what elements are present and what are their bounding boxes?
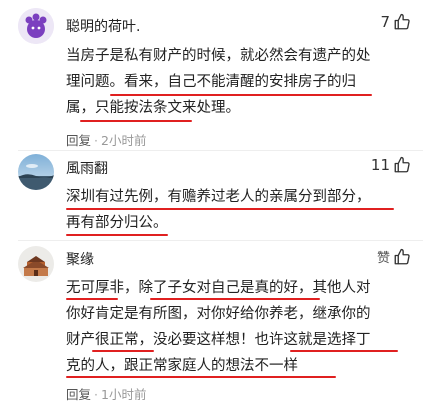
like-count: 7: [380, 13, 390, 31]
divider: [18, 240, 423, 241]
divider: [18, 150, 423, 151]
underline-mark: [92, 350, 154, 352]
like-label: 赞: [376, 251, 390, 266]
underline-mark: [290, 350, 398, 352]
username[interactable]: 風雨翻: [66, 158, 108, 178]
username[interactable]: 聚缘: [66, 249, 94, 269]
timestamp: 2小时前: [101, 133, 147, 148]
thumbs-up-icon: [394, 13, 410, 30]
comment-line: 属，只能按法条文来处理。: [66, 100, 240, 116]
thumbs-up-icon: [394, 248, 410, 264]
underline-mark: [66, 208, 394, 210]
underline-mark: [66, 376, 336, 378]
like-button[interactable]: 赞: [377, 247, 411, 266]
comment-line: 当房子是私有财产的时候，就必然会有遗产的处: [66, 48, 371, 64]
like-button[interactable]: 7: [380, 13, 411, 31]
underline-mark: [66, 298, 118, 300]
comment-text: 深圳有过先例，有赡养过老人的亲属分到部分， 再有部分归公。: [66, 184, 416, 236]
thumbs-up-icon: [394, 156, 410, 173]
avatar[interactable]: [18, 154, 54, 190]
underline-mark: [150, 298, 320, 300]
comment-line: 理问题。看来，自己不能清醒的安排房子的归: [66, 74, 356, 90]
comment-text: 无可厚非，除了子女对自己是真的好，其他人对 你好肯定是有所图，对你好给你养老，继…: [66, 275, 416, 379]
comment-line: 深圳有过先例，有赡养过老人的亲属分到部分，: [66, 189, 371, 205]
avatar[interactable]: [18, 8, 54, 44]
comment-line: 你好肯定是有所图，对你好给你养老，继承你的: [66, 306, 371, 322]
like-count: 11: [370, 156, 390, 174]
avatar[interactable]: [18, 246, 54, 282]
comment-text: 当房子是私有财产的时候，就必然会有遗产的处 理问题。看来，自己不能清醒的安排房子…: [66, 43, 416, 121]
like-button[interactable]: 11: [371, 156, 411, 174]
underline-mark: [110, 94, 372, 96]
underline-mark: [80, 120, 192, 122]
username[interactable]: 聪明的荷叶.: [66, 16, 140, 36]
reply-button[interactable]: 回复: [66, 387, 91, 402]
comment-line: 再有部分归公。: [66, 215, 168, 231]
comment-meta: 回复 · 2小时前: [66, 133, 147, 148]
timestamp: 1小时前: [101, 387, 147, 402]
reply-button[interactable]: 回复: [66, 133, 91, 148]
comment-meta: 回复 · 1小时前: [66, 387, 147, 402]
underline-mark: [66, 234, 168, 236]
